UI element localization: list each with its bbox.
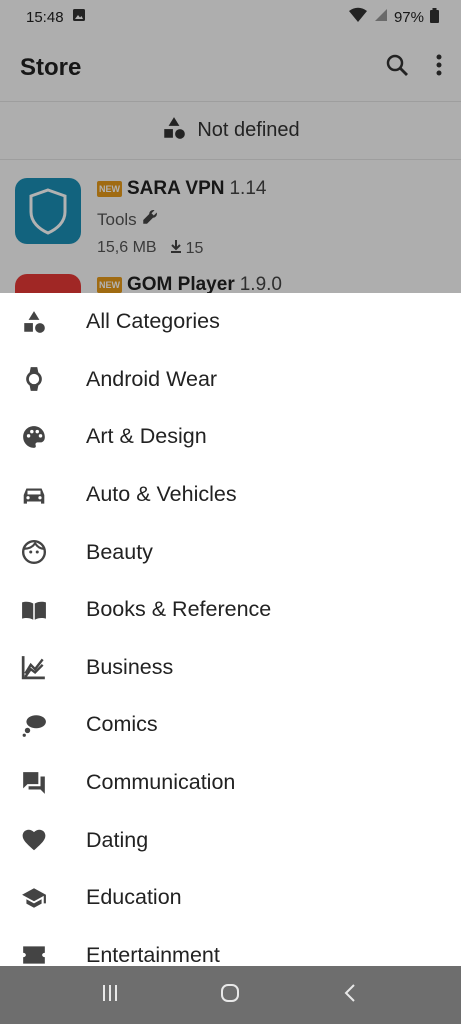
palette-icon	[20, 423, 48, 451]
category-label: Beauty	[86, 539, 153, 564]
category-label: Communication	[86, 770, 236, 795]
chat-icon	[20, 769, 48, 797]
category-label: Business	[86, 654, 174, 679]
category-label: Auto & Vehicles	[86, 482, 237, 507]
shapes-icon	[20, 308, 48, 336]
category-item-beauty[interactable]: Beauty	[0, 523, 461, 581]
category-item-android-wear[interactable]: Android Wear	[0, 351, 461, 409]
category-label: Education	[86, 885, 182, 910]
category-item-business[interactable]: Business	[0, 639, 461, 697]
system-nav-bar	[0, 966, 461, 1024]
category-item-art-design[interactable]: Art & Design	[0, 408, 461, 466]
category-item-entertainment[interactable]: Entertainment	[0, 927, 461, 966]
category-label: Books & Reference	[86, 597, 272, 622]
thought-bubble-icon	[20, 711, 48, 739]
ticket-icon	[20, 941, 48, 966]
category-label: All Categories	[86, 309, 220, 334]
category-sheet: All Categories Android Wear Art & Design…	[0, 293, 461, 966]
chart-icon	[20, 653, 48, 681]
category-label: Android Wear	[86, 366, 218, 391]
category-label: Entertainment	[86, 942, 220, 966]
watch-icon	[20, 365, 48, 393]
book-icon	[20, 596, 48, 624]
category-item-education[interactable]: Education	[0, 869, 461, 927]
category-label: Dating	[86, 827, 149, 852]
category-label: Comics	[86, 712, 158, 737]
category-label: Art & Design	[86, 424, 207, 449]
category-item-auto-vehicles[interactable]: Auto & Vehicles	[0, 466, 461, 524]
heart-icon	[20, 826, 48, 854]
face-icon	[20, 538, 48, 566]
car-icon	[20, 481, 48, 509]
category-item-communication[interactable]: Communication	[0, 754, 461, 812]
category-item-dating[interactable]: Dating	[0, 811, 461, 869]
home-icon[interactable]	[219, 982, 241, 1009]
category-item-books-reference[interactable]: Books & Reference	[0, 581, 461, 639]
school-icon	[20, 884, 48, 912]
back-icon[interactable]	[340, 982, 362, 1009]
category-item-all-categories[interactable]: All Categories	[0, 293, 461, 351]
recent-apps-icon[interactable]	[99, 982, 121, 1009]
category-item-comics[interactable]: Comics	[0, 696, 461, 754]
